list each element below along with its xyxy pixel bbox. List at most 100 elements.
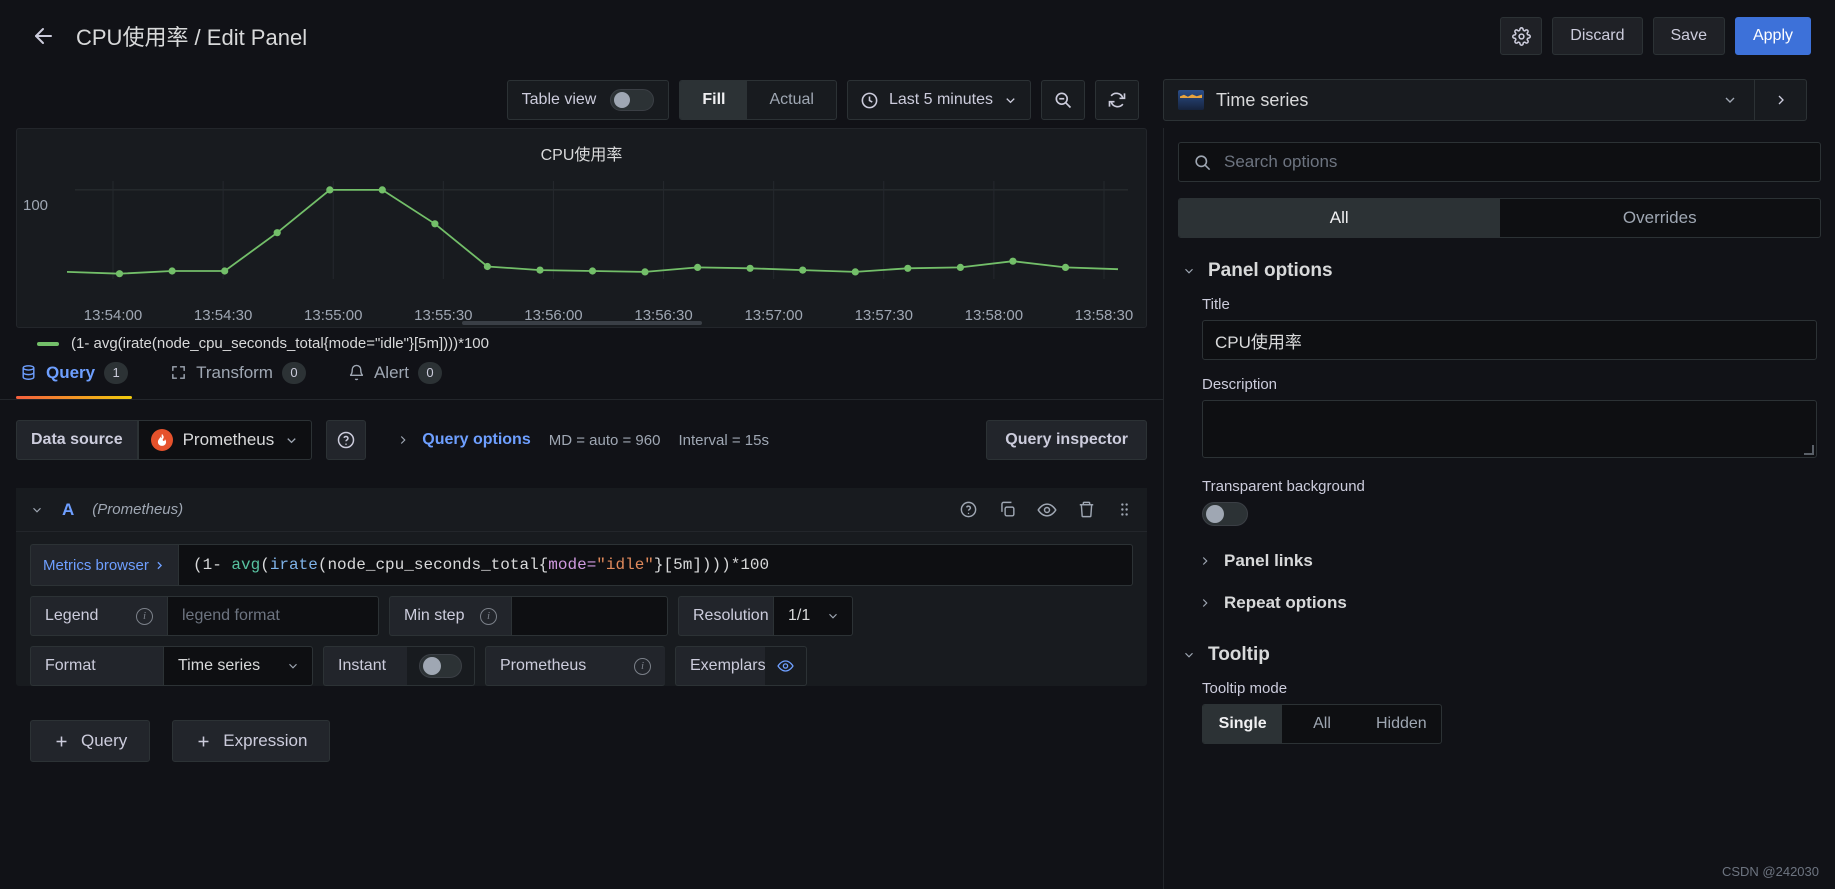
data-point <box>483 262 491 271</box>
help-icon <box>960 501 977 518</box>
tooltip-mode-all[interactable]: All <box>1282 705 1361 743</box>
tab-query[interactable]: Query 1 <box>16 346 133 399</box>
chevron-right-icon <box>1778 95 1784 105</box>
chart-plot <box>66 181 1128 279</box>
data-point <box>221 267 229 275</box>
min-step-info-icon[interactable]: i <box>480 607 497 625</box>
query-drag-icon[interactable] <box>1116 501 1133 518</box>
trash-icon <box>1079 501 1094 518</box>
viz-expand-button[interactable] <box>1754 80 1806 120</box>
legend-label-text: Legend <box>45 607 99 624</box>
table-view-label: Table view <box>521 91 597 108</box>
back-button[interactable] <box>24 17 62 55</box>
panel-links-section[interactable]: Panel links <box>1164 540 1835 582</box>
chevron-down-icon <box>1185 268 1193 274</box>
query-inspector-button[interactable]: Query inspector <box>986 420 1147 460</box>
data-point <box>851 268 859 276</box>
data-point <box>904 264 912 272</box>
instant-toggle[interactable] <box>419 654 462 678</box>
resolution-label: Resolution <box>678 596 773 636</box>
transparent-background-label: Transparent background <box>1202 478 1365 495</box>
search-options-box[interactable]: Search options <box>1178 142 1821 182</box>
data-point <box>1009 257 1017 265</box>
chart-area[interactable]: 100 13:54:00 13:54:30 13:55:00 13:55:30 13:5… <box>17 171 1146 352</box>
panel-description-label: Description <box>1202 376 1278 393</box>
transparent-background-toggle[interactable] <box>1202 502 1248 526</box>
search-options-input[interactable]: Search options <box>1224 152 1337 172</box>
expr-token-label-key: mode= <box>548 556 597 574</box>
tab-transform[interactable]: Transform 0 <box>166 346 310 399</box>
tooltip-mode-hidden[interactable]: Hidden <box>1362 705 1441 743</box>
all-overrides-tabs: All Overrides <box>1178 198 1821 238</box>
table-view-group: Table view <box>506 80 670 120</box>
query-ref-id[interactable]: A <box>62 500 74 520</box>
tab-alert-label: Alert <box>373 362 409 382</box>
add-query-button[interactable]: Query <box>30 720 151 762</box>
query-hide-icon[interactable] <box>1037 500 1057 520</box>
legend-info-icon[interactable]: i <box>136 607 153 625</box>
table-view-toggle[interactable] <box>610 89 655 111</box>
zoom-out-button[interactable] <box>1041 80 1085 120</box>
tooltip-group-header[interactable]: Tooltip <box>1164 624 1835 676</box>
datasource-help-button[interactable] <box>326 420 367 460</box>
actual-option[interactable]: Actual <box>747 81 835 119</box>
prometheus-info-icon[interactable]: i <box>634 657 651 675</box>
query-collapse-toggle[interactable] <box>30 503 44 517</box>
exemplars-toggle[interactable] <box>765 646 807 686</box>
visualization-preview: CPU使用率 100 13:54:00 13:54:30 13:55:00 13:55… <box>16 128 1147 352</box>
tab-alert[interactable]: Alert 0 <box>344 346 446 399</box>
panel-settings-button[interactable] <box>1500 17 1543 55</box>
options-scroll-area[interactable]: Panel options Title CPU使用率 Description T… <box>1164 238 1835 889</box>
viz-chevron[interactable] <box>1706 92 1754 108</box>
chevron-down-icon <box>1185 652 1193 658</box>
transform-icon <box>172 366 186 379</box>
panel-title-field: Title CPU使用率 <box>1164 292 1835 360</box>
datasource-select[interactable]: Prometheus <box>137 420 313 460</box>
tooltip-mode-single[interactable]: Single <box>1203 705 1283 743</box>
repeat-options-section[interactable]: Repeat options <box>1164 582 1835 624</box>
time-range-picker[interactable]: Last 5 minutes <box>846 80 1031 120</box>
x-axis-tick: 13:55:00 <box>304 307 363 324</box>
fill-option[interactable]: Fill <box>680 81 748 119</box>
metrics-browser-button[interactable]: Metrics browser <box>30 544 178 586</box>
chevron-down-icon <box>287 437 296 443</box>
apply-button[interactable]: Apply <box>1734 17 1811 55</box>
min-step-input[interactable] <box>511 596 668 636</box>
tab-overrides[interactable]: Overrides <box>1500 199 1821 237</box>
tooltip-mode-field: Tooltip mode Single All Hidden <box>1164 676 1835 744</box>
query-help-icon[interactable] <box>959 500 978 519</box>
query-delete-icon[interactable] <box>1077 500 1096 519</box>
visualization-picker[interactable]: Time series <box>1163 79 1807 121</box>
panel-resize-handle[interactable] <box>461 321 702 325</box>
query-duplicate-icon[interactable] <box>998 500 1017 519</box>
query-options-toggle[interactable]: Query options <box>396 431 531 449</box>
x-axis-tick: 13:57:00 <box>744 307 803 324</box>
data-point <box>799 266 807 274</box>
legend-format-input[interactable]: legend format <box>167 596 379 636</box>
y-axis-tick-100: 100 <box>23 197 49 214</box>
format-select[interactable]: Time series <box>163 646 313 686</box>
promql-expression-input[interactable]: (1- avg(irate(node_cpu_seconds_total{mod… <box>178 544 1133 586</box>
refresh-button[interactable] <box>1095 80 1139 120</box>
tab-alert-badge: 0 <box>417 361 442 384</box>
panel-links-label: Panel links <box>1224 551 1313 570</box>
expr-token-2: ( <box>260 556 270 574</box>
duplicate-icon <box>1001 501 1015 517</box>
query-tab-content: Data source Prometheus Query options MD … <box>0 400 1163 889</box>
repeat-options-label: Repeat options <box>1224 593 1347 612</box>
chevron-down-icon <box>1725 97 1735 103</box>
data-point <box>1061 263 1070 271</box>
plus-icon <box>56 736 67 746</box>
query-row-actions <box>959 500 1133 520</box>
data-point <box>115 270 124 278</box>
panel-options-group-header[interactable]: Panel options <box>1164 246 1835 292</box>
resolution-select[interactable]: 1/1 <box>773 596 853 636</box>
add-expression-button[interactable]: Expression <box>172 720 331 762</box>
discard-button[interactable]: Discard <box>1552 17 1643 55</box>
panel-description-input[interactable] <box>1202 400 1817 458</box>
format-value: Time series <box>178 657 261 674</box>
query-options-bar: Query options MD = auto = 960 Interval =… <box>382 420 978 460</box>
tab-all[interactable]: All <box>1179 199 1500 237</box>
save-button[interactable]: Save <box>1652 17 1725 55</box>
panel-title-input[interactable]: CPU使用率 <box>1202 320 1817 360</box>
